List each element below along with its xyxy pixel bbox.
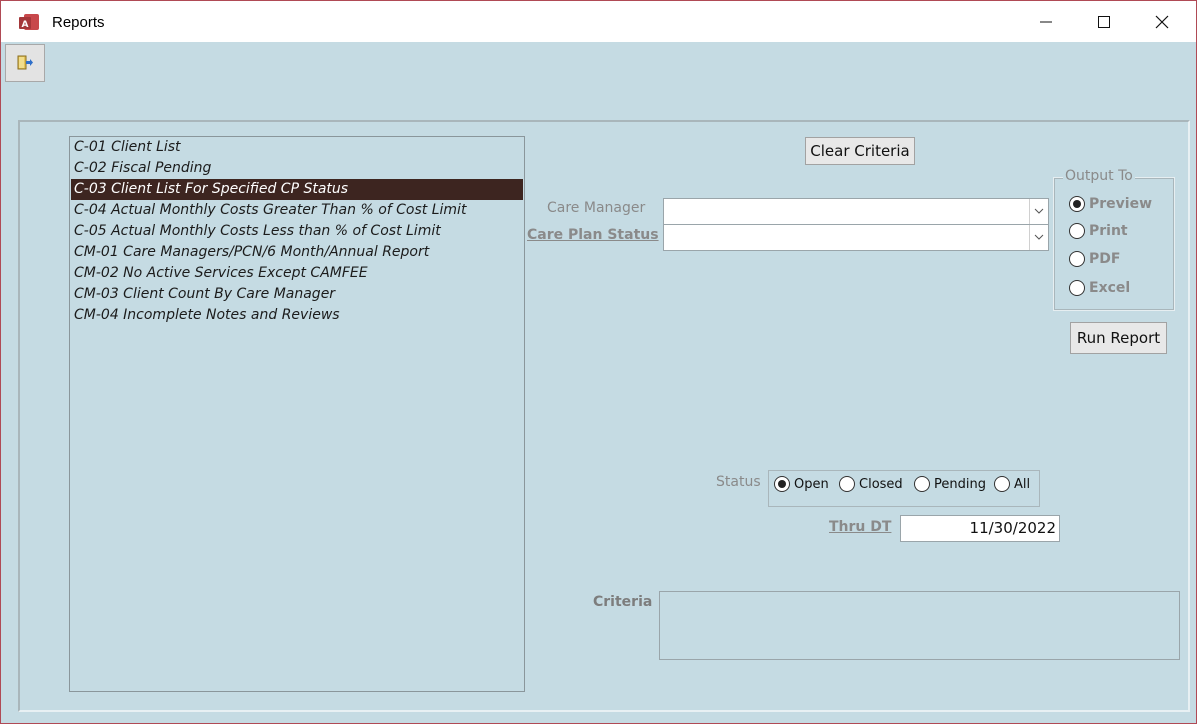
radio-icon[interactable]: [839, 476, 855, 492]
output-print-option[interactable]: Print: [1069, 223, 1128, 239]
close-icon: [1155, 15, 1169, 29]
window-title: Reports: [52, 14, 105, 31]
minimize-button[interactable]: [1017, 1, 1075, 43]
output-to-title: Output To: [1063, 168, 1135, 184]
status-pending-option[interactable]: Pending: [914, 476, 986, 492]
svg-text:A: A: [22, 20, 29, 30]
report-item-selected[interactable]: C-03 Client List For Specified CP Status: [71, 179, 523, 200]
radio-icon[interactable]: [1069, 280, 1085, 296]
criteria-label: Criteria: [593, 594, 653, 610]
radio-icon[interactable]: [1069, 251, 1085, 267]
maximize-button[interactable]: [1075, 1, 1133, 43]
radio-checked-icon[interactable]: [774, 476, 790, 492]
thru-dt-field[interactable]: 11/30/2022: [900, 515, 1060, 542]
status-label: Status: [716, 474, 761, 490]
run-report-button[interactable]: Run Report: [1070, 322, 1167, 354]
chevron-down-icon[interactable]: [1029, 199, 1048, 224]
radio-icon[interactable]: [994, 476, 1010, 492]
care-manager-label: Care Manager: [547, 200, 646, 216]
output-excel-option[interactable]: Excel: [1069, 280, 1130, 296]
clear-criteria-button[interactable]: Clear Criteria: [805, 137, 915, 165]
maximize-icon: [1098, 16, 1110, 28]
radio-checked-icon[interactable]: [1069, 196, 1085, 212]
criteria-textbox[interactable]: [659, 591, 1180, 660]
report-item[interactable]: C-04 Actual Monthly Costs Greater Than %…: [71, 200, 523, 221]
close-form-button[interactable]: [5, 44, 45, 82]
status-open-option[interactable]: Open: [774, 476, 829, 492]
report-item[interactable]: C-05 Actual Monthly Costs Less than % of…: [71, 221, 523, 242]
report-list[interactable]: C-01 Client List C-02 Fiscal Pending C-0…: [69, 136, 525, 692]
chevron-down-icon[interactable]: [1029, 225, 1048, 250]
output-preview-option[interactable]: Preview: [1069, 196, 1152, 212]
report-item[interactable]: CM-02 No Active Services Except CAMFEE: [71, 263, 523, 284]
report-item[interactable]: CM-04 Incomplete Notes and Reviews: [71, 305, 523, 326]
report-item[interactable]: C-02 Fiscal Pending: [71, 158, 523, 179]
care-manager-combo[interactable]: [663, 198, 1049, 225]
care-plan-status-combo[interactable]: [663, 224, 1049, 251]
report-item[interactable]: CM-03 Client Count By Care Manager: [71, 284, 523, 305]
status-closed-option[interactable]: Closed: [839, 476, 903, 492]
access-icon: A: [18, 12, 40, 32]
care-plan-status-label[interactable]: Care Plan Status: [527, 227, 659, 243]
status-all-option[interactable]: All: [994, 476, 1030, 492]
report-item[interactable]: CM-01 Care Managers/PCN/6 Month/Annual R…: [71, 242, 523, 263]
close-window-button[interactable]: [1133, 1, 1191, 43]
exit-door-icon: [17, 55, 33, 70]
radio-icon[interactable]: [914, 476, 930, 492]
radio-icon[interactable]: [1069, 223, 1085, 239]
thru-dt-label[interactable]: Thru DT: [829, 519, 891, 535]
report-item[interactable]: C-01 Client List: [71, 137, 523, 158]
minimize-icon: [1040, 21, 1052, 23]
output-pdf-option[interactable]: PDF: [1069, 251, 1120, 267]
title-bar: A Reports: [0, 0, 1197, 42]
